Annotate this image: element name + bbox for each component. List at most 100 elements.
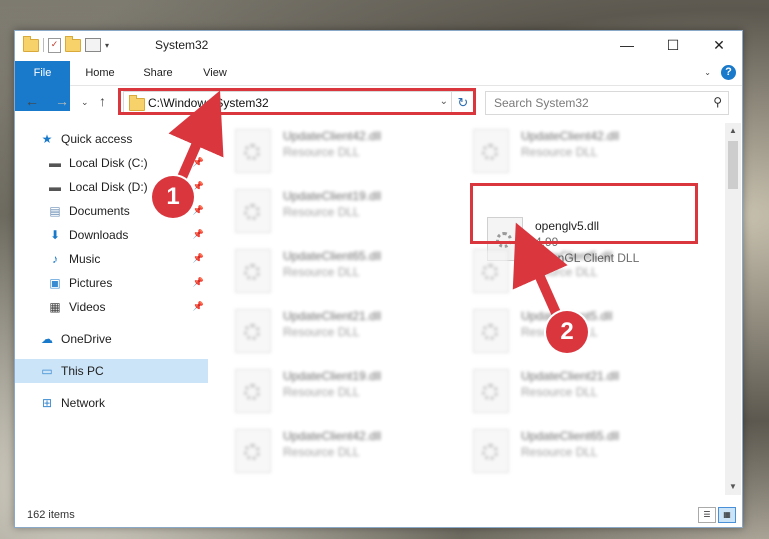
sidebar-item-label: Videos bbox=[69, 300, 106, 314]
pin-icon[interactable]: 📌 bbox=[193, 253, 204, 264]
properties-icon[interactable] bbox=[85, 38, 101, 52]
sidebar-item-music[interactable]: ♪ Music 📌 bbox=[15, 247, 208, 271]
sidebar-item-onedrive[interactable]: ☁ OneDrive bbox=[15, 327, 208, 351]
quick-access-toolbar: ✓ ▾ bbox=[23, 35, 109, 53]
sidebar-item-local-disk-c[interactable]: ▬ Local Disk (C:) 📌 bbox=[15, 151, 208, 175]
sidebar-item-pictures[interactable]: ▣ Pictures 📌 bbox=[15, 271, 208, 295]
dll-file-icon bbox=[473, 369, 509, 413]
sidebar-item-this-pc[interactable]: ▭ This PC bbox=[15, 359, 208, 383]
tab-home[interactable]: Home bbox=[75, 61, 125, 85]
file-description: Resource DLL bbox=[521, 385, 598, 399]
up-arrow-icon[interactable]: ↑ bbox=[99, 93, 106, 109]
ribbon-tabs: File Home Share View ⌄ ? bbox=[15, 61, 742, 111]
star-icon: ★ bbox=[41, 132, 53, 146]
details-view-icon[interactable]: ☰ bbox=[698, 507, 716, 523]
maximize-button[interactable]: ☐ bbox=[650, 31, 696, 59]
folder-icon bbox=[23, 35, 39, 52]
dll-file-icon bbox=[235, 129, 271, 173]
list-item[interactable]: UpdateClient21.dll Resource DLL bbox=[221, 303, 441, 353]
drive-icon: ▬ bbox=[49, 156, 61, 170]
search-placeholder: Search System32 bbox=[494, 96, 589, 110]
properties-check-icon[interactable]: ✓ bbox=[48, 37, 61, 53]
pin-icon[interactable]: 📌 bbox=[193, 205, 204, 216]
recent-locations-icon[interactable]: ⌄ bbox=[81, 97, 89, 108]
file-name: UpdateClient21.dll bbox=[521, 369, 620, 383]
refresh-icon[interactable]: ↻ bbox=[451, 92, 474, 114]
file-description: Resource DLL bbox=[283, 385, 360, 399]
list-item[interactable]: UpdateClient21.dll Resource DLL bbox=[459, 363, 679, 413]
scroll-up-icon[interactable]: ▲ bbox=[725, 123, 741, 139]
pin-icon[interactable]: 📌 bbox=[193, 229, 204, 240]
download-arrow-icon: ⬇ bbox=[49, 228, 61, 242]
help-icon[interactable]: ? bbox=[721, 65, 736, 80]
list-item[interactable]: UpdateClient42.dll Resource DLL bbox=[221, 423, 441, 473]
cloud-icon: ☁ bbox=[41, 332, 53, 346]
tab-share[interactable]: Share bbox=[133, 61, 183, 85]
step-two-badge: 2 bbox=[546, 311, 588, 353]
music-note-icon: ♪ bbox=[52, 252, 58, 266]
new-folder-icon[interactable] bbox=[65, 35, 81, 52]
address-bar[interactable]: C:\Windows\System32 ⌄ ↻ bbox=[123, 91, 475, 115]
pin-icon[interactable]: 📌 bbox=[193, 157, 204, 168]
sidebar-item-label: Local Disk (D:) bbox=[69, 180, 148, 194]
sidebar-item-network[interactable]: ⊞ Network bbox=[15, 391, 208, 415]
vertical-scrollbar[interactable]: ▲ ▼ bbox=[725, 123, 741, 495]
customize-toolbar-icon[interactable]: ▾ bbox=[105, 41, 109, 50]
pin-icon[interactable]: 📌 bbox=[193, 181, 204, 192]
sidebar-item-quick-access[interactable]: ★ Quick access bbox=[15, 127, 208, 151]
forward-arrow-icon[interactable]: → bbox=[55, 93, 69, 109]
documents-icon: ▤ bbox=[49, 204, 61, 218]
close-button[interactable]: ✕ bbox=[696, 31, 742, 59]
file-description: Resource DLL bbox=[521, 265, 598, 279]
list-item[interactable]: UpdateClient19.dll Resource DLL bbox=[221, 363, 441, 413]
file-name: UpdateClient42.dll bbox=[521, 129, 620, 143]
window-title: System32 bbox=[155, 38, 209, 52]
list-item[interactable]: UpdateClient65.dll Resource DLL bbox=[221, 243, 441, 293]
sidebar-item-videos[interactable]: ▦ Videos 📌 bbox=[15, 295, 208, 319]
view-toggle: ☰ ▦ bbox=[698, 507, 736, 523]
file-name: UpdateClient19.dll bbox=[283, 369, 382, 383]
list-item[interactable]: UpdateClient42.dll Resource DLL bbox=[221, 123, 441, 173]
dll-file-icon bbox=[473, 309, 509, 353]
expand-ribbon-icon[interactable]: ⌄ bbox=[704, 68, 711, 77]
sidebar-item-label: Network bbox=[61, 396, 106, 410]
address-path: C:\Windows\System32 bbox=[148, 96, 269, 110]
scrollbar-thumb[interactable] bbox=[728, 141, 738, 189]
file-description: Resource DLL bbox=[521, 445, 598, 459]
file-name: UpdateClient42.dll bbox=[283, 429, 382, 443]
tiles-view-icon[interactable]: ▦ bbox=[718, 507, 736, 523]
scroll-down-icon[interactable]: ▼ bbox=[725, 479, 741, 495]
step-one-badge: 1 bbox=[152, 176, 194, 218]
pin-icon[interactable]: 📌 bbox=[193, 301, 204, 312]
file-description: Resource DLL bbox=[283, 325, 360, 339]
file-description: Resource DLL bbox=[283, 205, 360, 219]
sidebar-item-label: Local Disk (C:) bbox=[69, 156, 148, 170]
search-input[interactable]: Search System32 ⚲ bbox=[485, 91, 729, 115]
file-description: Resource DLL bbox=[283, 145, 360, 159]
list-item[interactable]: UpdateClient5.dll Resource DLL bbox=[459, 243, 679, 293]
minimize-button[interactable]: — bbox=[604, 31, 650, 59]
dll-file-icon bbox=[235, 249, 271, 293]
file-name: UpdateClient65.dll bbox=[283, 249, 382, 263]
dll-file-icon bbox=[235, 369, 271, 413]
dll-file-icon bbox=[473, 249, 509, 293]
drive-icon: ▬ bbox=[49, 180, 61, 194]
search-icon[interactable]: ⚲ bbox=[713, 95, 722, 109]
list-item[interactable]: UpdateClient19.dll Resource DLL bbox=[221, 183, 441, 233]
list-item[interactable]: UpdateClient42.dll Resource DLL bbox=[459, 123, 679, 173]
pictures-icon: ▣ bbox=[49, 276, 61, 290]
back-arrow-icon[interactable]: ← bbox=[25, 93, 39, 109]
chevron-down-icon[interactable]: ⌄ bbox=[440, 96, 448, 107]
sidebar-item-downloads[interactable]: ⬇ Downloads 📌 bbox=[15, 223, 208, 247]
sidebar-item-label: Documents bbox=[69, 204, 130, 218]
file-name: UpdateClient5.dll bbox=[521, 249, 613, 263]
sidebar-item-label: Quick access bbox=[61, 132, 133, 146]
computer-icon: ▭ bbox=[41, 364, 53, 378]
dll-file-icon bbox=[235, 309, 271, 353]
list-item[interactable]: UpdateClient65.dll Resource DLL bbox=[459, 423, 679, 473]
status-bar: 162 items ☰ ▦ bbox=[15, 503, 742, 527]
sidebar-item-label: Downloads bbox=[69, 228, 129, 242]
pin-icon[interactable]: 📌 bbox=[193, 277, 204, 288]
file-name: UpdateClient19.dll bbox=[283, 189, 382, 203]
tab-view[interactable]: View bbox=[190, 61, 240, 85]
